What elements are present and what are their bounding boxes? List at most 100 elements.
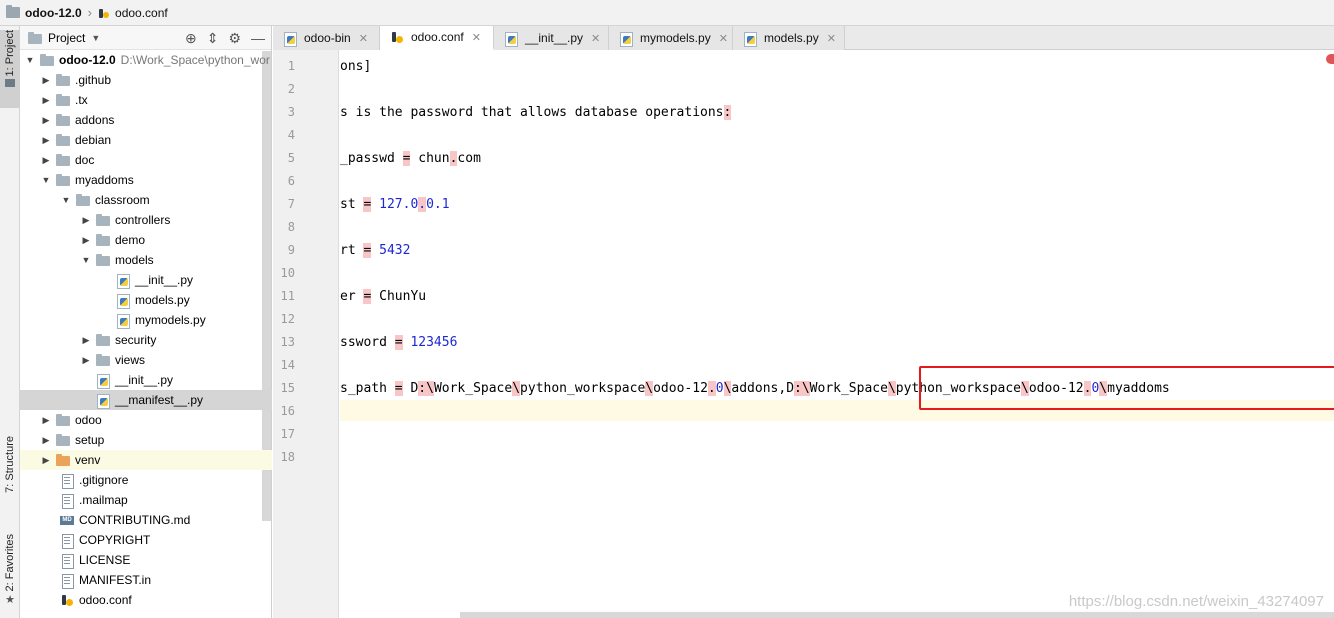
editor-tabs: odoo-bin ✕ odoo.conf ✕ __init__.py ✕ mym…: [273, 26, 1334, 50]
chevron-right-icon[interactable]: ▶: [40, 455, 52, 466]
breadcrumb-file[interactable]: odoo.conf: [98, 6, 168, 20]
tree-item-selected[interactable]: __manifest__.py: [20, 390, 272, 410]
tree-item[interactable]: ▶ doc: [20, 150, 272, 170]
chevron-down-icon[interactable]: ▼: [80, 255, 92, 265]
tree-item[interactable]: ▶ debian: [20, 130, 272, 150]
annotation-highlight-box: [919, 366, 1334, 410]
line-number: 17: [280, 427, 295, 441]
tab-odoo-conf[interactable]: odoo.conf ✕: [380, 26, 494, 50]
breadcrumb-project-label: odoo-12.0: [25, 5, 82, 20]
chevron-right-icon[interactable]: ▶: [80, 355, 92, 366]
tree-item[interactable]: MANIFEST.in: [20, 570, 272, 590]
code-text: com: [457, 151, 481, 166]
tree-item[interactable]: ▶ .tx: [20, 90, 272, 110]
tree-item-label: security: [115, 333, 157, 347]
tool-tab-structure[interactable]: 7: Structure: [0, 436, 20, 516]
chevron-right-icon[interactable]: ▶: [80, 215, 92, 226]
python-file-icon: [504, 31, 518, 47]
code-text: _passwd: [340, 151, 403, 166]
tree-item[interactable]: models.py: [20, 290, 272, 310]
tree-item-label: .mailmap: [79, 493, 128, 507]
chevron-down-icon[interactable]: ▼: [91, 33, 100, 43]
line-number: 6: [287, 174, 295, 188]
tree-item[interactable]: odoo.conf: [20, 590, 272, 610]
tree-item[interactable]: mymodels.py: [20, 310, 272, 330]
code-text: addons,: [731, 381, 787, 396]
tree-item[interactable]: COPYRIGHT: [20, 530, 272, 550]
close-icon[interactable]: ✕: [719, 32, 728, 45]
tree-item-label: models.py: [135, 293, 190, 307]
collapse-all-icon[interactable]: ⇕: [207, 30, 219, 47]
close-icon[interactable]: ✕: [591, 32, 600, 45]
code-text: chun: [410, 151, 450, 166]
error-stripe-marker[interactable]: [1326, 54, 1334, 64]
tree-item[interactable]: __init__.py: [20, 370, 272, 390]
tab-odoo-bin[interactable]: odoo-bin ✕: [273, 26, 380, 50]
gear-icon[interactable]: ⚙: [228, 30, 241, 47]
tree-root[interactable]: ▼ odoo-12.0 D:\Work_Space\python_wor: [20, 50, 272, 70]
chevron-down-icon[interactable]: ▼: [24, 55, 36, 65]
line-number: 1: [287, 59, 295, 73]
tool-tab-favorites[interactable]: 2: Favorites ★: [0, 534, 20, 614]
tree-item[interactable]: CONTRIBUTING.md: [20, 510, 272, 530]
number-literal: 127.0: [379, 197, 419, 212]
code-text: s_path: [340, 381, 395, 396]
tab-mymodels-py[interactable]: mymodels.py ✕: [609, 26, 733, 50]
tree-item[interactable]: ▶ setup: [20, 430, 272, 450]
tree-item-label: demo: [115, 233, 146, 247]
tab-init-py[interactable]: __init__.py ✕: [494, 26, 609, 50]
tree-item[interactable]: ▼ models: [20, 250, 272, 270]
tree-item[interactable]: .mailmap: [20, 490, 272, 510]
locate-icon[interactable]: ⊕: [185, 30, 197, 47]
line-number: 5: [287, 151, 295, 165]
tab-models-py[interactable]: models.py ✕: [733, 26, 845, 50]
tree-item[interactable]: ▶ demo: [20, 230, 272, 250]
project-view-selector[interactable]: Project: [48, 31, 85, 45]
tree-item[interactable]: ▶ addons: [20, 110, 272, 130]
code-area[interactable]: ons] s is the password that allows datab…: [340, 50, 1334, 618]
chevron-down-icon[interactable]: ▼: [40, 175, 52, 185]
code-editor[interactable]: 1 2 3 4 5 6 7 8 9 10 11 12 13 14 15 16 1…: [273, 50, 1334, 618]
text-file-icon: [60, 493, 74, 509]
chevron-down-icon[interactable]: ▼: [60, 195, 72, 205]
tree-item-label: odoo: [75, 413, 102, 427]
chevron-right-icon[interactable]: ▶: [80, 235, 92, 246]
close-icon[interactable]: ✕: [359, 32, 368, 45]
chevron-right-icon[interactable]: ▶: [40, 75, 52, 86]
chevron-right-icon[interactable]: ▶: [40, 415, 52, 426]
close-icon[interactable]: ✕: [827, 32, 836, 45]
error-highlight: .: [418, 197, 427, 212]
tree-item[interactable]: .gitignore: [20, 470, 272, 490]
code-text: st: [340, 197, 364, 212]
python-file-icon: [96, 393, 110, 409]
tree-item[interactable]: ▶ venv: [20, 450, 272, 470]
tree-item[interactable]: ▶ views: [20, 350, 272, 370]
error-highlight: :: [723, 105, 732, 120]
chevron-right-icon[interactable]: ▶: [80, 335, 92, 346]
tree-item[interactable]: ▼ classroom: [20, 190, 272, 210]
tree-item[interactable]: ▶ odoo: [20, 410, 272, 430]
tree-item[interactable]: ▶ security: [20, 330, 272, 350]
tool-tab-project[interactable]: 1: Project: [0, 30, 20, 108]
tree-item[interactable]: __init__.py: [20, 270, 272, 290]
code-text: ChunYu: [371, 289, 427, 304]
line-number: 16: [280, 404, 295, 418]
tree-item[interactable]: ▼ myaddoms: [20, 170, 272, 190]
tree-item[interactable]: ▶ .github: [20, 70, 272, 90]
number-literal: 0: [715, 381, 724, 396]
chevron-right-icon[interactable]: ▶: [40, 435, 52, 446]
tree-item-label: setup: [75, 433, 105, 447]
close-icon[interactable]: ✕: [472, 31, 481, 44]
tree-item[interactable]: LICENSE: [20, 550, 272, 570]
chevron-right-icon[interactable]: ▶: [40, 115, 52, 126]
chevron-right-icon[interactable]: ▶: [40, 95, 52, 106]
breadcrumb-project[interactable]: odoo-12.0: [6, 5, 82, 20]
horizontal-scrollbar[interactable]: [460, 612, 1334, 618]
breadcrumb-file-label: odoo.conf: [115, 5, 168, 20]
chevron-right-icon[interactable]: ▶: [40, 155, 52, 166]
hide-icon[interactable]: —: [251, 30, 265, 47]
code-text: ons]: [340, 59, 372, 74]
tree-item[interactable]: ▶ controllers: [20, 210, 272, 230]
chevron-right-icon[interactable]: ▶: [40, 135, 52, 146]
folder-excluded-icon: [56, 453, 70, 467]
